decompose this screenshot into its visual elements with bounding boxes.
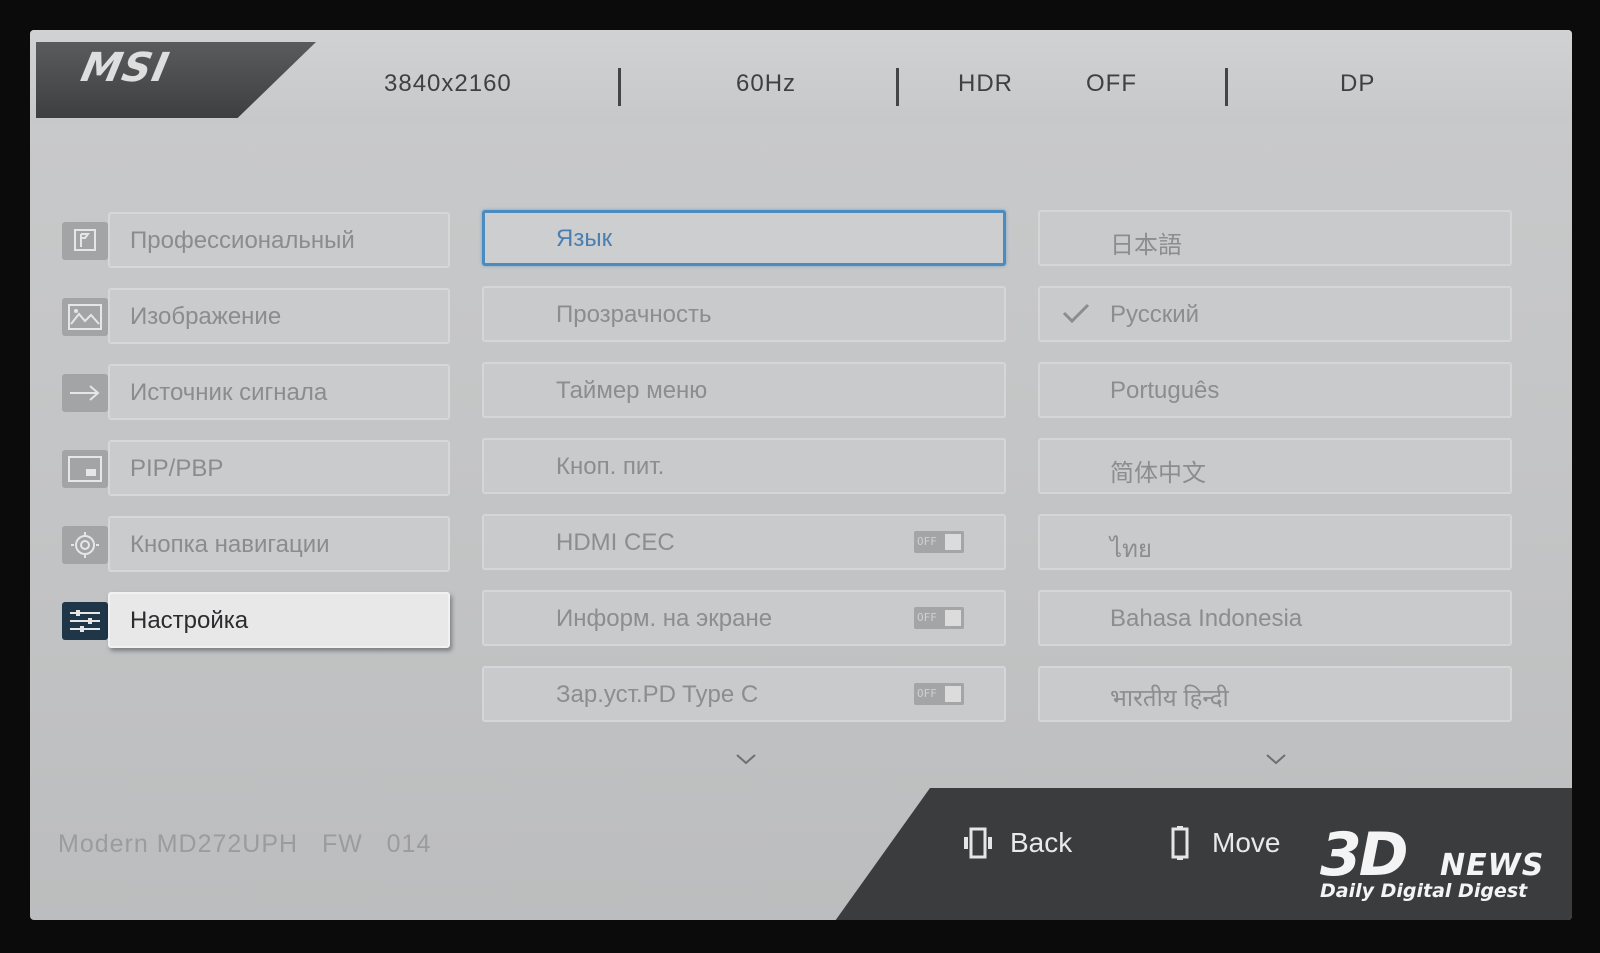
submenu-item-language[interactable]: Язык: [482, 210, 1006, 266]
language-label: ไทย: [1110, 536, 1152, 563]
back-label: Back: [1010, 827, 1073, 858]
submenu-item-transparency[interactable]: Прозрачность: [482, 286, 1006, 342]
chevron-down-icon[interactable]: [1264, 752, 1288, 766]
input-arrow-icon: [62, 374, 108, 412]
submenu-item-screen-info[interactable]: Информ. на экране OFF: [482, 590, 1006, 646]
divider: [896, 68, 899, 106]
toggle-knob: [945, 686, 961, 702]
watermark-tagline: Daily Digital Digest: [1320, 880, 1528, 902]
move-label: Move: [1212, 827, 1281, 858]
language-label: 日本語: [1110, 232, 1182, 259]
flag-icon: [62, 222, 108, 260]
language-option-selected[interactable]: Русский: [1038, 286, 1512, 342]
input-source-readout: DP: [1340, 70, 1376, 97]
toggle-knob: [945, 534, 961, 550]
menu-item-label: PIP/PBP: [130, 455, 224, 482]
model-info: Modern MD272UPH FW 014: [58, 830, 431, 859]
joystick-back-icon: [964, 827, 992, 859]
submenu-item-label: Язык: [556, 225, 613, 252]
submenu-item-power-button[interactable]: Кноп. пит.: [482, 438, 1006, 494]
toggle-state: OFF: [917, 535, 937, 548]
submenu-item-label: Таймер меню: [556, 377, 708, 404]
submenu-item-label: Прозрачность: [556, 301, 712, 328]
menu-item-label: Источник сигнала: [130, 379, 328, 406]
language-option[interactable]: 简体中文: [1038, 438, 1512, 494]
menu-item-settings[interactable]: Настройка: [108, 592, 450, 648]
refresh-rate-readout: 60Hz: [736, 70, 797, 97]
menu-item-input-source[interactable]: Источник сигнала: [108, 364, 450, 420]
navigation-key-icon: [62, 526, 108, 564]
menu-item-label: Кнопка навигации: [130, 531, 330, 558]
pd-charger-toggle[interactable]: OFF: [914, 683, 964, 705]
joystick-move-icon: [1171, 826, 1189, 860]
menu-item-image[interactable]: Изображение: [108, 288, 450, 344]
model-name: Modern MD272UPH: [58, 830, 299, 858]
chevron-down-icon[interactable]: [734, 752, 758, 766]
language-option[interactable]: Bahasa Indonesia: [1038, 590, 1512, 646]
menu-item-professional[interactable]: Профессиональный: [108, 212, 450, 268]
3dnews-watermark: 3D NEWS Daily Digital Digest: [1320, 820, 1543, 902]
settings-sliders-icon: [62, 602, 108, 640]
back-hint: Back: [960, 825, 1072, 861]
image-icon: [62, 298, 108, 336]
msi-logo: MSI: [77, 45, 174, 91]
menu-item-label: Настройка: [130, 607, 249, 634]
language-option[interactable]: Português: [1038, 362, 1512, 418]
move-hint: Move: [1162, 825, 1280, 861]
menu-item-label: Профессиональный: [130, 227, 355, 254]
divider: [1225, 68, 1228, 106]
language-label: भारतीय हिन्दी: [1110, 685, 1229, 712]
language-label: Português: [1110, 377, 1220, 404]
hdmi-cec-toggle[interactable]: OFF: [914, 531, 964, 553]
submenu-item-pd-charger[interactable]: Зар.уст.PD Type C OFF: [482, 666, 1006, 722]
submenu-item-label: Зар.уст.PD Type C: [556, 681, 759, 708]
language-option[interactable]: ไทย: [1038, 514, 1512, 570]
checkmark-icon: [1062, 303, 1090, 324]
language-option[interactable]: भारतीय हिन्दी: [1038, 666, 1512, 722]
divider: [618, 68, 621, 106]
hdr-status: OFF: [1086, 70, 1137, 97]
submenu-item-label: Кноп. пит.: [556, 453, 665, 480]
toggle-state: OFF: [917, 611, 937, 624]
firmware-label: FW: [321, 830, 363, 858]
watermark-news: NEWS: [1440, 848, 1545, 883]
submenu-item-label: Информ. на экране: [556, 605, 773, 632]
submenu-item-hdmi-cec[interactable]: HDMI CEC OFF: [482, 514, 1006, 570]
pip-icon: [62, 450, 108, 488]
firmware-version: 014: [386, 830, 432, 858]
language-option[interactable]: 日本語: [1038, 210, 1512, 266]
language-label: Русский: [1110, 301, 1200, 328]
menu-item-pip-pbp[interactable]: PIP/PBP: [108, 440, 450, 496]
language-label: Bahasa Indonesia: [1110, 605, 1303, 632]
submenu-item-menu-timer[interactable]: Таймер меню: [482, 362, 1006, 418]
resolution-readout: 3840x2160: [384, 70, 512, 97]
toggle-state: OFF: [917, 687, 937, 700]
hdr-label: HDR: [958, 70, 1013, 97]
menu-item-navigation-key[interactable]: Кнопка навигации: [108, 516, 450, 572]
menu-item-label: Изображение: [130, 303, 282, 330]
language-label: 简体中文: [1110, 460, 1206, 487]
osd-screen: MSI 3840x2160 60Hz HDR OFF DP Профессион…: [30, 30, 1572, 920]
screen-info-toggle[interactable]: OFF: [914, 607, 964, 629]
toggle-knob: [945, 610, 961, 626]
submenu-item-label: HDMI CEC: [556, 529, 675, 556]
